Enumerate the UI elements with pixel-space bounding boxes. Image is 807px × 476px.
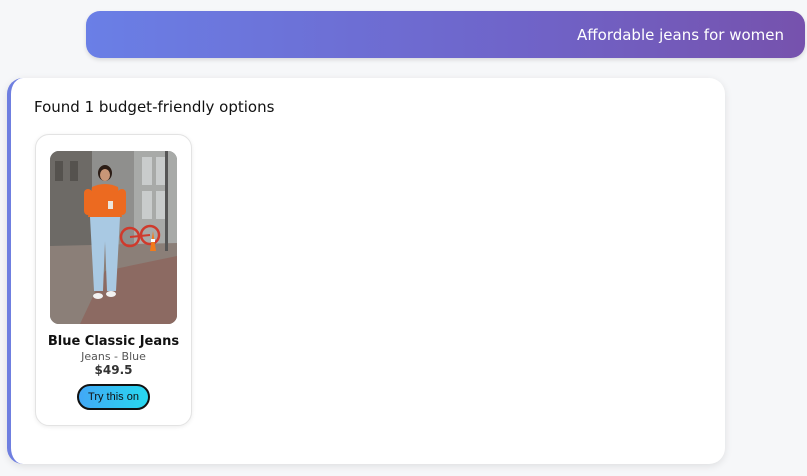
product-price: $49.5	[94, 363, 133, 377]
assistant-message-panel: Found 1 budget-friendly options Blue Cla…	[7, 78, 725, 464]
try-on-button[interactable]: Try this on	[77, 384, 150, 410]
results-heading: Found 1 budget-friendly options	[34, 98, 275, 116]
user-message-text: Affordable jeans for women	[577, 25, 784, 44]
product-name: Blue Classic Jeans	[47, 334, 180, 349]
product-image	[50, 151, 177, 324]
product-category-color: Jeans - Blue	[81, 350, 146, 363]
user-message-bubble: Affordable jeans for women	[86, 11, 805, 58]
product-card: Blue Classic Jeans Jeans - Blue $49.5 Tr…	[35, 134, 192, 426]
